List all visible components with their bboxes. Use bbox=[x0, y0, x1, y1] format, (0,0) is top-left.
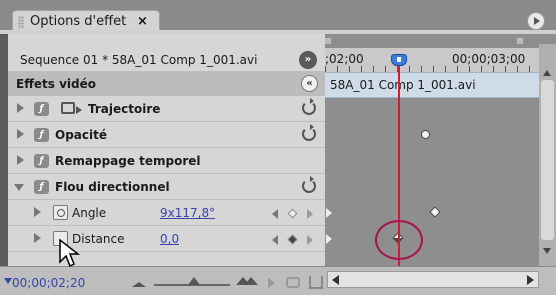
tab-title: Options d'effet bbox=[30, 14, 127, 29]
vertical-scrollbar[interactable] bbox=[539, 44, 556, 266]
stopwatch-icon[interactable] bbox=[53, 205, 68, 220]
scroll-up-icon[interactable] bbox=[543, 70, 551, 76]
close-icon[interactable]: × bbox=[137, 14, 148, 29]
scroll-thumb[interactable] bbox=[541, 80, 554, 240]
grip-icon[interactable] bbox=[18, 16, 24, 29]
reset-icon[interactable] bbox=[302, 98, 316, 115]
time-ruler[interactable]: ;02;00 00;00;03;00 bbox=[325, 48, 556, 72]
effect-label: Opacité bbox=[55, 128, 107, 142]
sequence-header: Sequence 01 * 58A_01 Comp 1_001.avi » bbox=[8, 48, 325, 72]
collapse-button[interactable]: « bbox=[301, 75, 318, 92]
track-opacite[interactable] bbox=[325, 122, 556, 148]
keyframe-timeline[interactable]: ;02;00 00;00;03;00 58A_01 Comp 1_001.avi bbox=[325, 34, 556, 266]
keyframe-edge-icon bbox=[326, 234, 332, 244]
expand-triangle-icon[interactable] bbox=[34, 233, 41, 243]
sequence-label: Sequence 01 * 58A_01 Comp 1_001.avi bbox=[20, 53, 258, 67]
effect-label: Flou directionnel bbox=[55, 180, 170, 194]
ruler-time-left: ;02;00 bbox=[325, 52, 364, 66]
effect-row-opacite[interactable]: ƒ Opacité bbox=[8, 122, 325, 148]
next-keyframe-icon[interactable] bbox=[307, 235, 313, 245]
clip-label: 58A_01 Comp 1_001.avi bbox=[330, 78, 476, 92]
fx-toggle-icon[interactable]: ƒ bbox=[34, 128, 49, 142]
keyframe-edge-icon bbox=[326, 208, 332, 218]
scroll-down-icon[interactable] bbox=[543, 248, 551, 254]
effect-row-trajectoire[interactable]: ƒ Trajectoire bbox=[8, 96, 325, 122]
scroll-right-icon[interactable] bbox=[527, 275, 534, 285]
playhead-handle[interactable] bbox=[391, 54, 407, 66]
play-audio-icon[interactable] bbox=[268, 278, 275, 288]
loop-icon[interactable] bbox=[286, 277, 300, 288]
show-timeline-button[interactable]: » bbox=[299, 51, 317, 69]
prev-keyframe-icon[interactable] bbox=[272, 235, 278, 245]
highlight-ring bbox=[375, 220, 423, 260]
zoom-out-icon[interactable] bbox=[132, 279, 146, 289]
mouse-cursor-icon bbox=[59, 238, 80, 268]
track-distance[interactable] bbox=[325, 226, 556, 252]
horizontal-scrollbar[interactable] bbox=[327, 271, 539, 288]
effect-label: Trajectoire bbox=[88, 102, 161, 116]
property-label: Angle bbox=[72, 206, 107, 220]
zoom-slider-thumb[interactable] bbox=[188, 277, 200, 285]
fx-toggle-icon[interactable]: ƒ bbox=[34, 180, 49, 194]
expand-triangle-icon[interactable] bbox=[17, 103, 24, 113]
panel-footer: 00;00;02;20 bbox=[0, 266, 556, 295]
fx-toggle-icon[interactable]: ƒ bbox=[34, 102, 49, 116]
add-keyframe-icon[interactable] bbox=[287, 208, 298, 219]
effect-label: Remappage temporel bbox=[55, 154, 201, 168]
property-value-angle[interactable]: 9x117,8° bbox=[160, 206, 215, 220]
next-keyframe-icon[interactable] bbox=[307, 209, 313, 219]
effect-controls-list: Sequence 01 * 58A_01 Comp 1_001.avi » Ef… bbox=[8, 34, 325, 266]
effect-row-remappage[interactable]: ƒ Remappage temporel bbox=[8, 148, 325, 174]
track-angle[interactable] bbox=[325, 200, 556, 226]
expand-triangle-icon[interactable] bbox=[34, 207, 41, 217]
work-area-bar[interactable] bbox=[325, 34, 523, 44]
panel-menu-button[interactable] bbox=[527, 12, 545, 30]
reset-icon[interactable] bbox=[302, 176, 316, 193]
property-row-angle[interactable]: Angle 9x117,8° bbox=[8, 200, 325, 226]
expand-triangle-icon[interactable] bbox=[17, 129, 24, 139]
motion-icon[interactable] bbox=[61, 102, 82, 114]
ruler-time-right: 00;00;03;00 bbox=[452, 52, 526, 66]
keyframe-navigator bbox=[272, 208, 320, 220]
effect-row-flou-directionnel[interactable]: ƒ Flou directionnel bbox=[8, 174, 325, 200]
zoom-in-icon[interactable] bbox=[236, 277, 258, 287]
expand-triangle-icon[interactable] bbox=[17, 155, 24, 165]
export-icon[interactable] bbox=[309, 276, 323, 289]
keyframe-marker[interactable] bbox=[421, 130, 430, 139]
property-row-distance[interactable]: Distance 0,0 bbox=[8, 226, 325, 252]
keyframe-diamond[interactable] bbox=[429, 206, 441, 218]
current-time[interactable]: 00;00;02;20 bbox=[12, 276, 85, 290]
scroll-left-icon[interactable] bbox=[332, 275, 339, 285]
collapse-triangle-icon[interactable] bbox=[14, 184, 24, 191]
keyframe-navigator bbox=[272, 234, 320, 246]
playhead-marker-icon bbox=[4, 278, 12, 284]
section-title: Effets vidéo bbox=[16, 77, 97, 91]
add-keyframe-icon[interactable] bbox=[287, 234, 298, 245]
section-video-effects[interactable]: Effets vidéo « bbox=[8, 72, 325, 96]
clip-bar[interactable]: 58A_01 Comp 1_001.avi bbox=[325, 72, 556, 98]
reset-icon[interactable] bbox=[302, 124, 316, 141]
fx-toggle-icon[interactable]: ƒ bbox=[34, 154, 49, 168]
prev-keyframe-icon[interactable] bbox=[272, 209, 278, 219]
panel-tab-bar: Options d'effet × bbox=[0, 0, 556, 34]
property-value-distance[interactable]: 0,0 bbox=[160, 232, 179, 246]
